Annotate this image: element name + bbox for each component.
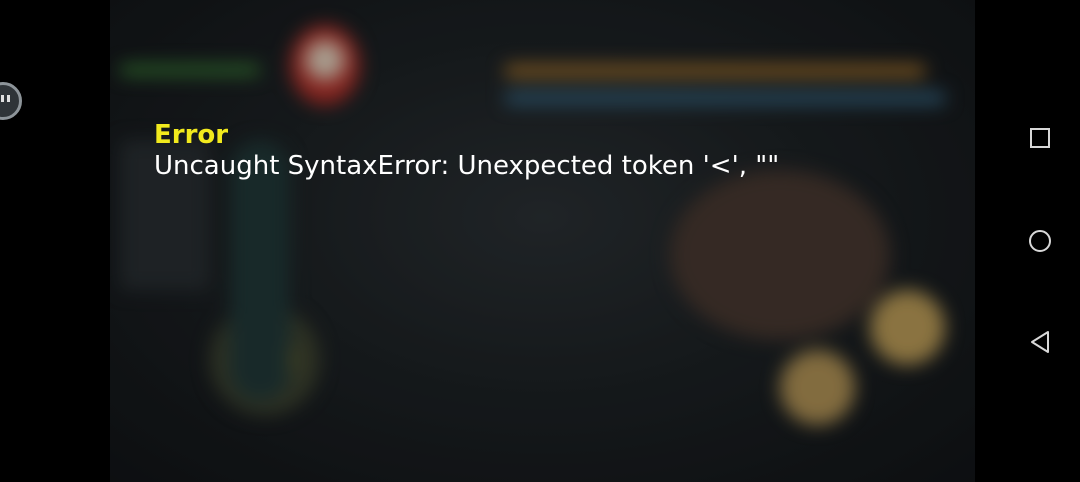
blurred-game-background bbox=[110, 0, 975, 482]
bubble-dots-icon bbox=[1, 95, 10, 102]
floating-chat-bubble[interactable] bbox=[0, 82, 22, 120]
back-button[interactable] bbox=[1020, 322, 1060, 362]
back-triangle-icon bbox=[1031, 331, 1049, 353]
navigation-bar bbox=[1000, 0, 1080, 482]
recents-button[interactable] bbox=[1020, 118, 1060, 158]
error-message: Uncaught SyntaxError: Unexpected token '… bbox=[154, 151, 780, 181]
home-circle-icon bbox=[1029, 230, 1051, 252]
error-title: Error bbox=[154, 120, 229, 150]
home-button[interactable] bbox=[1020, 221, 1060, 261]
error-overlay: Error Uncaught SyntaxError: Unexpected t… bbox=[154, 120, 779, 182]
recents-square-icon bbox=[1030, 128, 1050, 148]
device-screen: Error Uncaught SyntaxError: Unexpected t… bbox=[0, 0, 1080, 482]
